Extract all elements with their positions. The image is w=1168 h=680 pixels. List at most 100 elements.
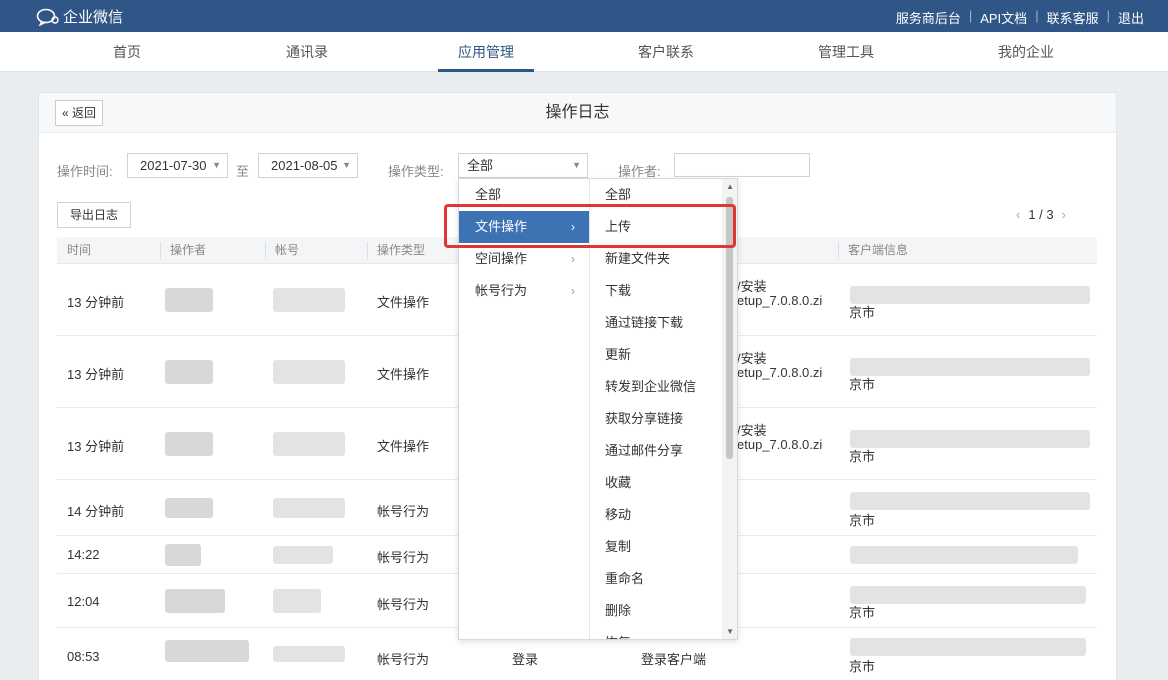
option-delete[interactable]: 删除 <box>590 595 722 627</box>
page-indicator: 1 / 3 <box>1028 207 1054 222</box>
scroll-up-icon[interactable]: ▲ <box>726 182 734 191</box>
link-logout[interactable]: 退出 <box>1118 8 1144 27</box>
row-type: 帐号行为 <box>377 550 430 565</box>
option-restore[interactable]: 恢复 <box>590 627 722 639</box>
option-update[interactable]: 更新 <box>590 339 722 371</box>
category-list: 全部 文件操作 › 空间操作 › 帐号行为 › <box>459 179 590 639</box>
blurred-account <box>273 288 345 312</box>
nav-customer-contact[interactable]: 客户联系 <box>606 32 726 72</box>
row-detail: etup_7.0.8.0.zi <box>737 437 823 452</box>
option-all[interactable]: 全部 <box>590 179 722 211</box>
row-time: 13 分钟前 <box>67 439 125 454</box>
operator-input[interactable] <box>674 153 810 177</box>
end-date-select[interactable]: 2021-08-05 ▼ <box>258 153 358 178</box>
time-label: 操作时间: <box>57 164 113 179</box>
scroll-thumb[interactable] <box>726 197 733 459</box>
blurred-operator <box>165 498 213 518</box>
row-detail: etup_7.0.8.0.zi <box>737 293 823 308</box>
prev-page-icon[interactable]: ‹ <box>1016 207 1020 222</box>
link-contact-support[interactable]: 联系客服 <box>1047 8 1099 27</box>
export-log-button[interactable]: 导出日志 <box>57 202 131 228</box>
divider <box>265 242 266 259</box>
nav-my-company[interactable]: 我的企业 <box>966 32 1086 72</box>
blurred-client <box>850 286 1090 304</box>
option-rename[interactable]: 重命名 <box>590 563 722 595</box>
nav-app-management[interactable]: 应用管理 <box>426 32 546 72</box>
type-value: 全部 <box>467 158 494 173</box>
option-download[interactable]: 下载 <box>590 275 722 307</box>
blurred-operator <box>165 432 213 456</box>
row-client: 京市 <box>849 605 876 620</box>
option-move[interactable]: 移动 <box>590 499 722 531</box>
option-copy[interactable]: 复制 <box>590 531 722 563</box>
blurred-client <box>850 546 1078 564</box>
end-date-value: 2021-08-05 <box>271 158 338 173</box>
nav-home[interactable]: 首页 <box>67 32 187 72</box>
row-client: 京市 <box>849 377 876 392</box>
type-label: 操作类型: <box>388 164 444 179</box>
type-dropdown: 全部 文件操作 › 空间操作 › 帐号行为 › 全部 上传 新建文件夹 下载 通… <box>458 178 738 640</box>
category-space-ops[interactable]: 空间操作 › <box>459 243 589 275</box>
option-share-link[interactable]: 获取分享链接 <box>590 403 722 435</box>
option-favorite[interactable]: 收藏 <box>590 467 722 499</box>
row-type: 文件操作 <box>377 295 430 310</box>
app-logo[interactable]: 企业微信 <box>36 6 123 27</box>
divider <box>160 242 161 259</box>
start-date-value: 2021-07-30 <box>140 158 207 173</box>
blurred-client <box>850 358 1090 376</box>
row-type: 帐号行为 <box>377 504 430 519</box>
main-nav: 首页 通讯录 应用管理 客户联系 管理工具 我的企业 <box>0 32 1168 72</box>
row-type: 文件操作 <box>377 439 430 454</box>
col-operator: 操作者 <box>170 243 207 257</box>
blurred-account <box>273 546 333 564</box>
caret-down-icon: ▼ <box>212 160 221 170</box>
option-upload[interactable]: 上传 <box>590 211 722 243</box>
blurred-operator <box>165 288 213 312</box>
operator-label: 操作者: <box>618 164 661 179</box>
chevron-right-icon: › <box>571 284 575 298</box>
row-time: 14:22 <box>67 547 100 562</box>
category-all[interactable]: 全部 <box>459 179 589 211</box>
pager: ‹ 1 / 3 › <box>1016 207 1066 222</box>
nav-contacts[interactable]: 通讯录 <box>247 32 367 72</box>
option-link-download[interactable]: 通过链接下载 <box>590 307 722 339</box>
nav-management-tools[interactable]: 管理工具 <box>786 32 906 72</box>
category-label: 文件操作 <box>475 219 528 234</box>
divider <box>367 242 368 259</box>
category-file-ops[interactable]: 文件操作 › <box>459 211 589 243</box>
top-links: 服务商后台 | API文档 | 联系客服 | 退出 <box>896 8 1144 27</box>
col-account: 帐号 <box>275 243 300 257</box>
link-service-provider[interactable]: 服务商后台 <box>896 8 961 27</box>
row-type: 文件操作 <box>377 367 430 382</box>
row-type: 帐号行为 <box>377 652 430 667</box>
option-list: 全部 上传 新建文件夹 下载 通过链接下载 更新 转发到企业微信 获取分享链接 … <box>590 179 722 639</box>
app-name: 企业微信 <box>63 9 124 26</box>
category-account-behavior[interactable]: 帐号行为 › <box>459 275 589 307</box>
scroll-down-icon[interactable]: ▼ <box>726 627 734 636</box>
start-date-select[interactable]: 2021-07-30 ▼ <box>127 153 228 178</box>
blurred-operator <box>165 544 201 566</box>
scrollbar[interactable]: ▲ ▼ <box>722 179 737 639</box>
option-email-share[interactable]: 通过邮件分享 <box>590 435 722 467</box>
top-bar: 企业微信 服务商后台 | API文档 | 联系客服 | 退出 <box>0 0 1168 32</box>
back-button[interactable]: « 返回 <box>55 100 104 126</box>
category-label: 空间操作 <box>475 251 528 266</box>
category-label: 帐号行为 <box>475 283 528 298</box>
blurred-operator <box>165 640 249 662</box>
row-type: 帐号行为 <box>377 597 430 612</box>
option-new-folder[interactable]: 新建文件夹 <box>590 243 722 275</box>
row-client: 京市 <box>849 449 876 464</box>
row-time: 08:53 <box>67 649 100 664</box>
option-forward[interactable]: 转发到企业微信 <box>590 371 722 403</box>
blurred-operator <box>165 589 225 613</box>
separator: | <box>968 8 973 23</box>
row-client: 京市 <box>849 305 876 320</box>
next-page-icon[interactable]: › <box>1062 207 1066 222</box>
category-label: 全部 <box>475 187 502 202</box>
blurred-account <box>273 646 345 662</box>
row-action: 登录 <box>512 652 539 667</box>
type-select[interactable]: 全部 ▼ <box>458 153 588 178</box>
link-api-docs[interactable]: API文档 <box>980 8 1027 27</box>
row-time: 13 分钟前 <box>67 367 125 382</box>
col-time: 时间 <box>67 243 92 257</box>
